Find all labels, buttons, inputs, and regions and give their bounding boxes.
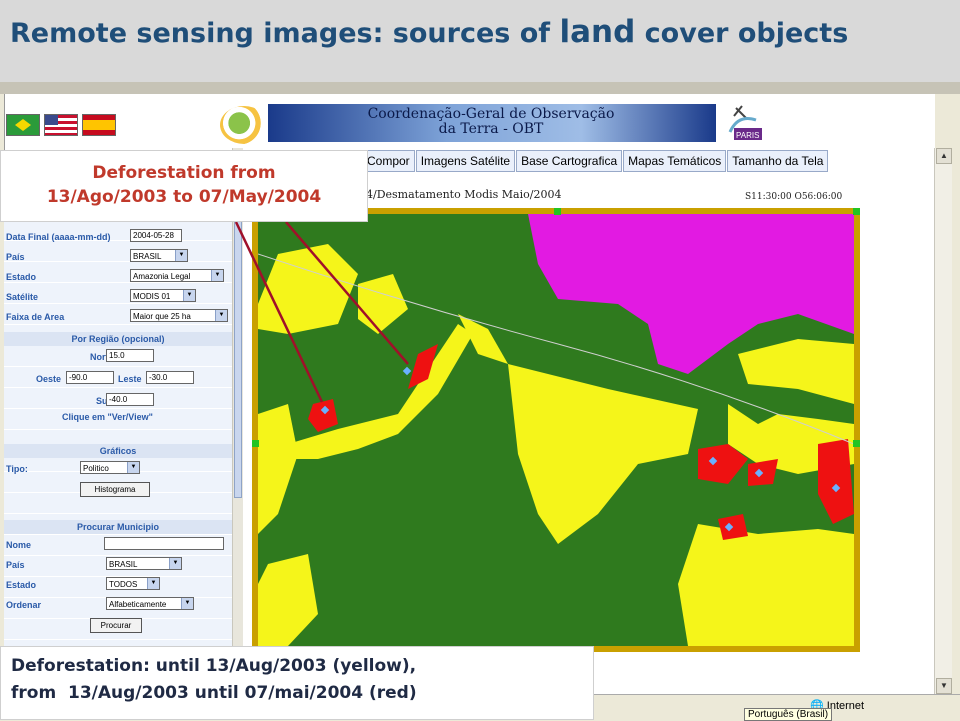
tab-mapas-tematicos[interactable]: Mapas Temáticos <box>623 150 727 172</box>
callout-bottom-line2: from 13/Aug/2003 until 07/mai/2004 (red) <box>11 683 417 703</box>
map-resize-handle[interactable] <box>252 440 259 447</box>
nome-input[interactable] <box>104 537 224 550</box>
language-flags <box>6 114 116 136</box>
leste-input[interactable]: -30.0 <box>146 371 194 384</box>
data-final-label: Data Final (aaaa-mm-dd) <box>6 232 111 242</box>
chevron-down-icon: ▼ <box>215 310 227 321</box>
faixa-label: Faixa de Area <box>6 312 65 322</box>
scroll-up-icon[interactable]: ▲ <box>936 148 952 164</box>
filter-panel-scrollbar[interactable] <box>232 148 243 648</box>
estado2-select-value: TODOS <box>109 580 138 589</box>
faixa-select-value: Maior que 25 ha <box>133 312 191 321</box>
pais-select[interactable]: BRASIL ▼ <box>130 249 188 262</box>
tipo-label: Tipo: <box>6 464 28 474</box>
estado-label: Estado <box>6 272 37 282</box>
slide-title-bar: Remote sensing images: sources of land c… <box>0 0 960 82</box>
satellite-logo-icon: PARIS <box>728 105 762 140</box>
ordenar-select[interactable]: Alfabeticamente ▼ <box>106 597 194 610</box>
chevron-down-icon: ▼ <box>175 250 187 261</box>
pais-label: País <box>6 252 25 262</box>
map-resize-handle[interactable] <box>853 440 860 447</box>
map-resize-handle[interactable] <box>554 208 561 215</box>
yellow-area-se <box>678 524 854 646</box>
banner-text: Coordenação-Geral de Observação da Terra… <box>367 106 615 137</box>
tab-compor[interactable]: Compor <box>362 150 415 172</box>
usa-flag-icon[interactable] <box>44 114 78 136</box>
chevron-down-icon: ▼ <box>147 578 159 589</box>
procurar-button[interactable]: Procurar <box>90 618 142 633</box>
chevron-down-icon: ▼ <box>211 270 223 281</box>
spain-flag-icon[interactable] <box>82 114 116 136</box>
estado2-label: Estado <box>6 580 37 590</box>
regiao-header: Por Região (opcional) <box>4 332 232 346</box>
callout-legend: Deforestation: until 13/Aug/2003 (yellow… <box>0 646 594 720</box>
map-image <box>258 214 854 646</box>
chevron-down-icon: ▼ <box>183 290 195 301</box>
page-scrollbar[interactable]: ▲ ▼ <box>934 148 952 694</box>
top-menu: Compor Imagens Satélite Base Cartografic… <box>362 150 829 172</box>
pais2-select[interactable]: BRASIL ▼ <box>106 557 182 570</box>
map-frame <box>252 208 860 652</box>
filter-form: Data Final (aaaa-mm-dd) 2004-05-28 País … <box>4 220 232 650</box>
callout-top-line2: 13/Ago/2003 to 07/May/2004 <box>46 187 322 207</box>
callout-deforestation-period: Deforestation from 13/Ago/2003 to 07/May… <box>0 150 368 222</box>
leste-label: Leste <box>118 374 142 384</box>
chevron-down-icon: ▼ <box>181 598 193 609</box>
estado-select[interactable]: Amazonia Legal ▼ <box>130 269 224 282</box>
tab-base-cartografica[interactable]: Base Cartografica <box>516 150 623 172</box>
ver-view-link[interactable]: Clique em "Ver/View" <box>62 412 153 422</box>
pais-select-value: BRASIL <box>133 252 162 261</box>
ordenar-select-value: Alfabeticamente <box>109 600 167 609</box>
estado2-select[interactable]: TODOS ▼ <box>106 577 160 590</box>
browser-toolbar-strip <box>0 82 960 94</box>
tab-tamanho-da-tela[interactable]: Tamanho da Tela <box>727 150 829 172</box>
map-resize-handle[interactable] <box>853 208 860 215</box>
oeste-input[interactable]: -90.0 <box>66 371 114 384</box>
tipo-select[interactable]: Politico ▼ <box>80 461 140 474</box>
deforestation-map[interactable] <box>258 214 854 646</box>
inpe-logo-icon <box>220 106 268 144</box>
estado-select-value: Amazonia Legal <box>133 272 191 281</box>
oeste-label: Oeste <box>36 374 62 384</box>
pais2-select-value: BRASIL <box>109 560 138 569</box>
callout-top-line1: Deforestation from <box>92 163 276 183</box>
slide-title: Remote sensing images: sources of land c… <box>10 14 849 50</box>
scroll-down-icon[interactable]: ▼ <box>936 678 952 694</box>
faixa-select[interactable]: Maior que 25 ha ▼ <box>130 309 228 322</box>
chevron-down-icon: ▼ <box>127 462 139 473</box>
svg-text:PARIS: PARIS <box>736 131 759 140</box>
pais2-label: País <box>6 560 25 570</box>
callout-bottom-line1: Deforestation: until 13/Aug/2003 (yellow… <box>11 656 417 676</box>
data-final-input[interactable]: 2004-05-28 <box>130 229 182 242</box>
language-tooltip: Português (Brasil) <box>744 708 833 721</box>
chevron-down-icon: ▼ <box>169 558 181 569</box>
tab-imagens-satelite[interactable]: Imagens Satélite <box>415 150 516 172</box>
ordenar-label: Ordenar <box>6 600 42 610</box>
nome-label: Nome <box>6 540 32 550</box>
municipio-header: Procurar Municipio <box>4 520 232 534</box>
sul-input[interactable]: -40.0 <box>106 393 154 406</box>
graficos-header: Gráficos <box>4 444 232 458</box>
satelite-label: Satélite <box>6 292 39 302</box>
map-path-label: 4/Desmatamento Modis Maio/2004 <box>366 188 562 201</box>
tipo-select-value: Politico <box>83 464 109 473</box>
obt-banner: Coordenação-Geral de Observação da Terra… <box>268 104 716 142</box>
satelite-select[interactable]: MODIS 01 ▼ <box>130 289 196 302</box>
map-coordinates: S11:30:00 O56:06:00 <box>745 192 843 202</box>
status-zone-label: Internet <box>826 700 865 712</box>
norte-input[interactable]: 15.0 <box>106 349 154 362</box>
satelite-select-value: MODIS 01 <box>133 292 171 301</box>
brazil-flag-icon[interactable] <box>6 114 40 136</box>
histograma-button[interactable]: Histograma <box>80 482 150 497</box>
